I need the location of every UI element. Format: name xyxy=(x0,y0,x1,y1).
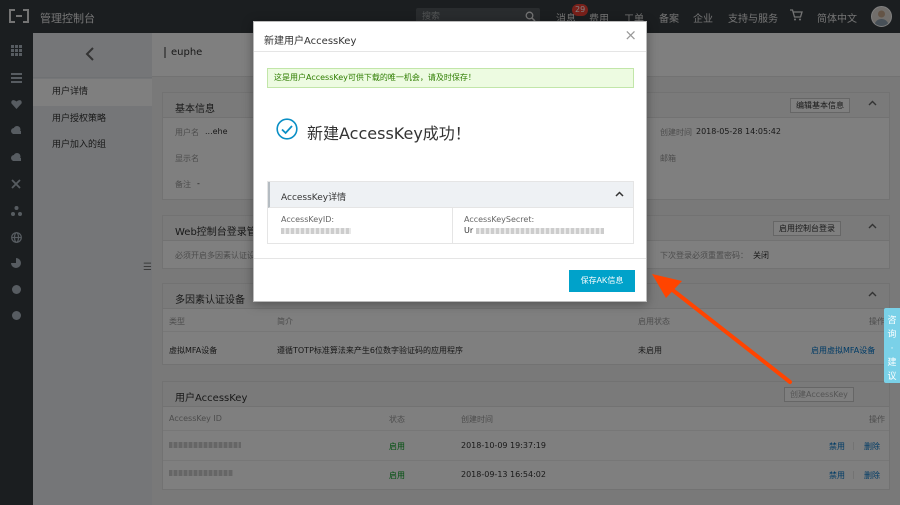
feedback-char: 询 xyxy=(887,330,897,340)
feedback-tab[interactable]: 咨 询 · 建 议 xyxy=(884,308,900,383)
feedback-char: · xyxy=(890,344,894,354)
feedback-char: 议 xyxy=(887,372,897,382)
feedback-char: 咨 xyxy=(887,316,897,326)
feedback-char: 建 xyxy=(887,358,897,368)
annotation-arrow xyxy=(652,274,792,384)
